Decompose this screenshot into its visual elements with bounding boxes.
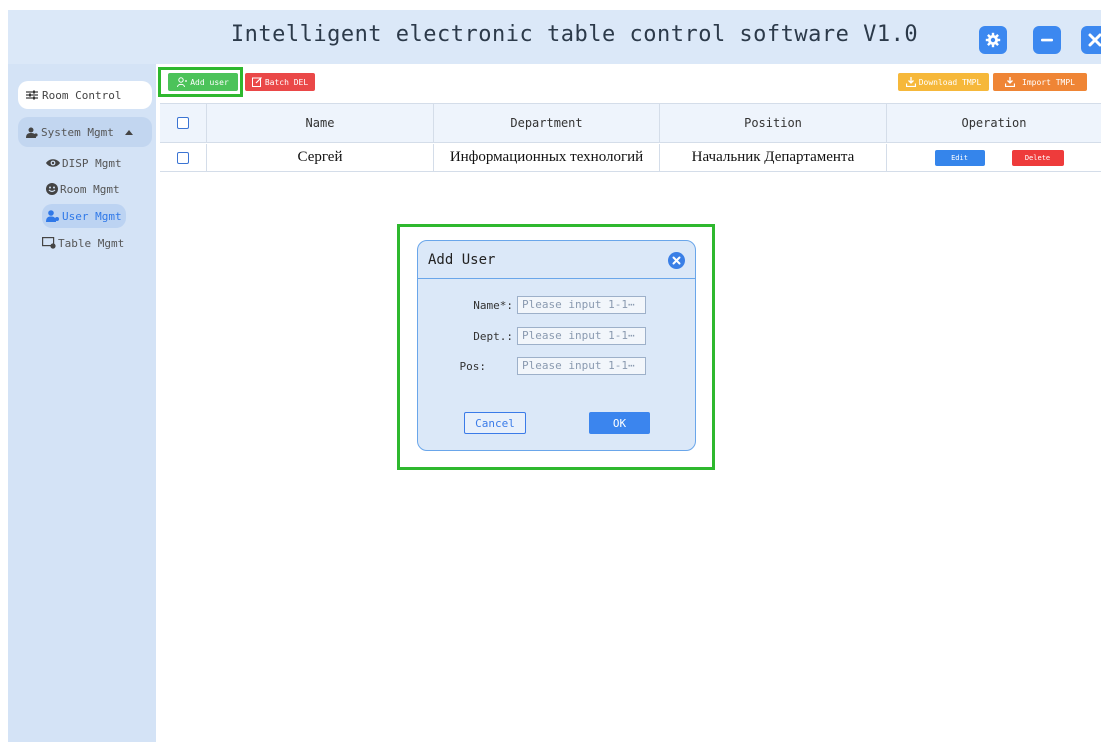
- header-checkbox-cell: [160, 104, 207, 142]
- download-icon: [905, 77, 916, 87]
- dialog-close-button[interactable]: [668, 252, 685, 269]
- minimize-icon: [1041, 38, 1053, 42]
- import-icon: [1005, 77, 1015, 87]
- form-row-dept: Dept.: Please input 1-1⋯: [418, 327, 695, 347]
- smiley-icon: [46, 183, 58, 195]
- sidebar-item-label: User Mgmt: [62, 209, 122, 223]
- form-row-name: Name*: Please input 1-1⋯: [418, 296, 695, 316]
- minimize-button[interactable]: [1033, 26, 1061, 54]
- sidebar-item-system-mgmt[interactable]: System Mgmt: [18, 117, 152, 147]
- close-icon: [672, 256, 681, 265]
- edit-button[interactable]: Edit: [934, 149, 985, 166]
- batch-delete-label: Batch DEL: [264, 77, 309, 87]
- sidebar: Room Control System Mgmt DISP Mgmt Room …: [8, 64, 156, 742]
- row-checkbox[interactable]: [177, 151, 189, 164]
- cell-name: Сергей: [207, 144, 434, 171]
- download-template-label: Download TMPL: [918, 77, 982, 87]
- cancel-button[interactable]: Cancel: [464, 412, 526, 434]
- delete-button[interactable]: Delete: [1011, 149, 1064, 166]
- title-bar: Intelligent electronic table control sof…: [8, 10, 1101, 64]
- table-header-row: Name Department Position Operation: [160, 103, 1101, 143]
- user-icon: [46, 210, 59, 222]
- table-icon: [42, 237, 56, 249]
- dialog-header: Add User: [418, 241, 695, 279]
- add-user-label: Add user: [190, 77, 229, 87]
- app-title: Intelligent electronic table control sof…: [230, 22, 919, 47]
- caret-up-icon: [124, 130, 133, 135]
- cell-department: Информационных технологий: [434, 144, 660, 171]
- sidebar-item-label: Room Control: [42, 88, 122, 102]
- gear-icon: [985, 32, 1001, 48]
- batch-delete-button[interactable]: Batch DEL: [245, 73, 315, 91]
- sidebar-item-room-mgmt[interactable]: Room Mgmt: [42, 177, 124, 201]
- dept-label: Dept.:: [473, 330, 513, 343]
- cell-operation: Edit Delete: [887, 144, 1101, 171]
- name-input[interactable]: Please input 1-1⋯: [517, 296, 646, 314]
- user-settings-icon: [26, 127, 38, 138]
- dialog-title: Add User: [428, 252, 496, 268]
- sidebar-item-label: System Mgmt: [41, 125, 114, 139]
- row-checkbox-cell: [160, 144, 207, 171]
- ok-button[interactable]: OK: [589, 412, 650, 434]
- add-user-button[interactable]: Add user: [168, 73, 238, 91]
- pos-label: Pos:: [459, 360, 487, 373]
- sidebar-item-room-control[interactable]: Room Control: [18, 81, 152, 109]
- table-row: Сергей Информационных технологий Начальн…: [160, 144, 1101, 172]
- sliders-icon: [26, 90, 38, 100]
- name-label: Name*:: [473, 299, 513, 312]
- sidebar-item-disp-mgmt[interactable]: DISP Mgmt: [42, 151, 126, 175]
- sidebar-item-table-mgmt[interactable]: Table Mgmt: [38, 231, 128, 255]
- add-user-icon: [177, 77, 188, 87]
- edit-icon: [251, 77, 262, 87]
- header-operation: Operation: [961, 116, 1027, 130]
- header-name: Name: [207, 104, 434, 142]
- sidebar-item-user-mgmt[interactable]: User Mgmt: [42, 204, 126, 228]
- header-position: Position: [660, 104, 887, 142]
- close-icon: [1088, 33, 1101, 47]
- add-user-dialog: Add User Name*: Please input 1-1⋯ Dept.:…: [417, 240, 696, 451]
- download-template-button[interactable]: Download TMPL: [898, 73, 989, 91]
- eye-icon: [46, 159, 60, 167]
- dept-input[interactable]: Please input 1-1⋯: [517, 327, 646, 345]
- import-template-label: Import TMPL: [1022, 77, 1075, 87]
- cell-position: Начальник Департамента: [660, 144, 887, 171]
- header-department: Department: [434, 104, 660, 142]
- sidebar-item-label: Room Mgmt: [60, 182, 120, 196]
- import-template-button[interactable]: Import TMPL: [993, 73, 1087, 91]
- close-button[interactable]: [1081, 26, 1101, 54]
- pos-input[interactable]: Please input 1-1⋯: [517, 357, 646, 375]
- settings-button[interactable]: [979, 26, 1007, 54]
- form-row-pos: Pos: Please input 1-1⋯: [418, 357, 695, 377]
- sidebar-item-label: Table Mgmt: [58, 236, 125, 250]
- select-all-checkbox[interactable]: [177, 117, 189, 129]
- sidebar-item-label: DISP Mgmt: [62, 156, 122, 170]
